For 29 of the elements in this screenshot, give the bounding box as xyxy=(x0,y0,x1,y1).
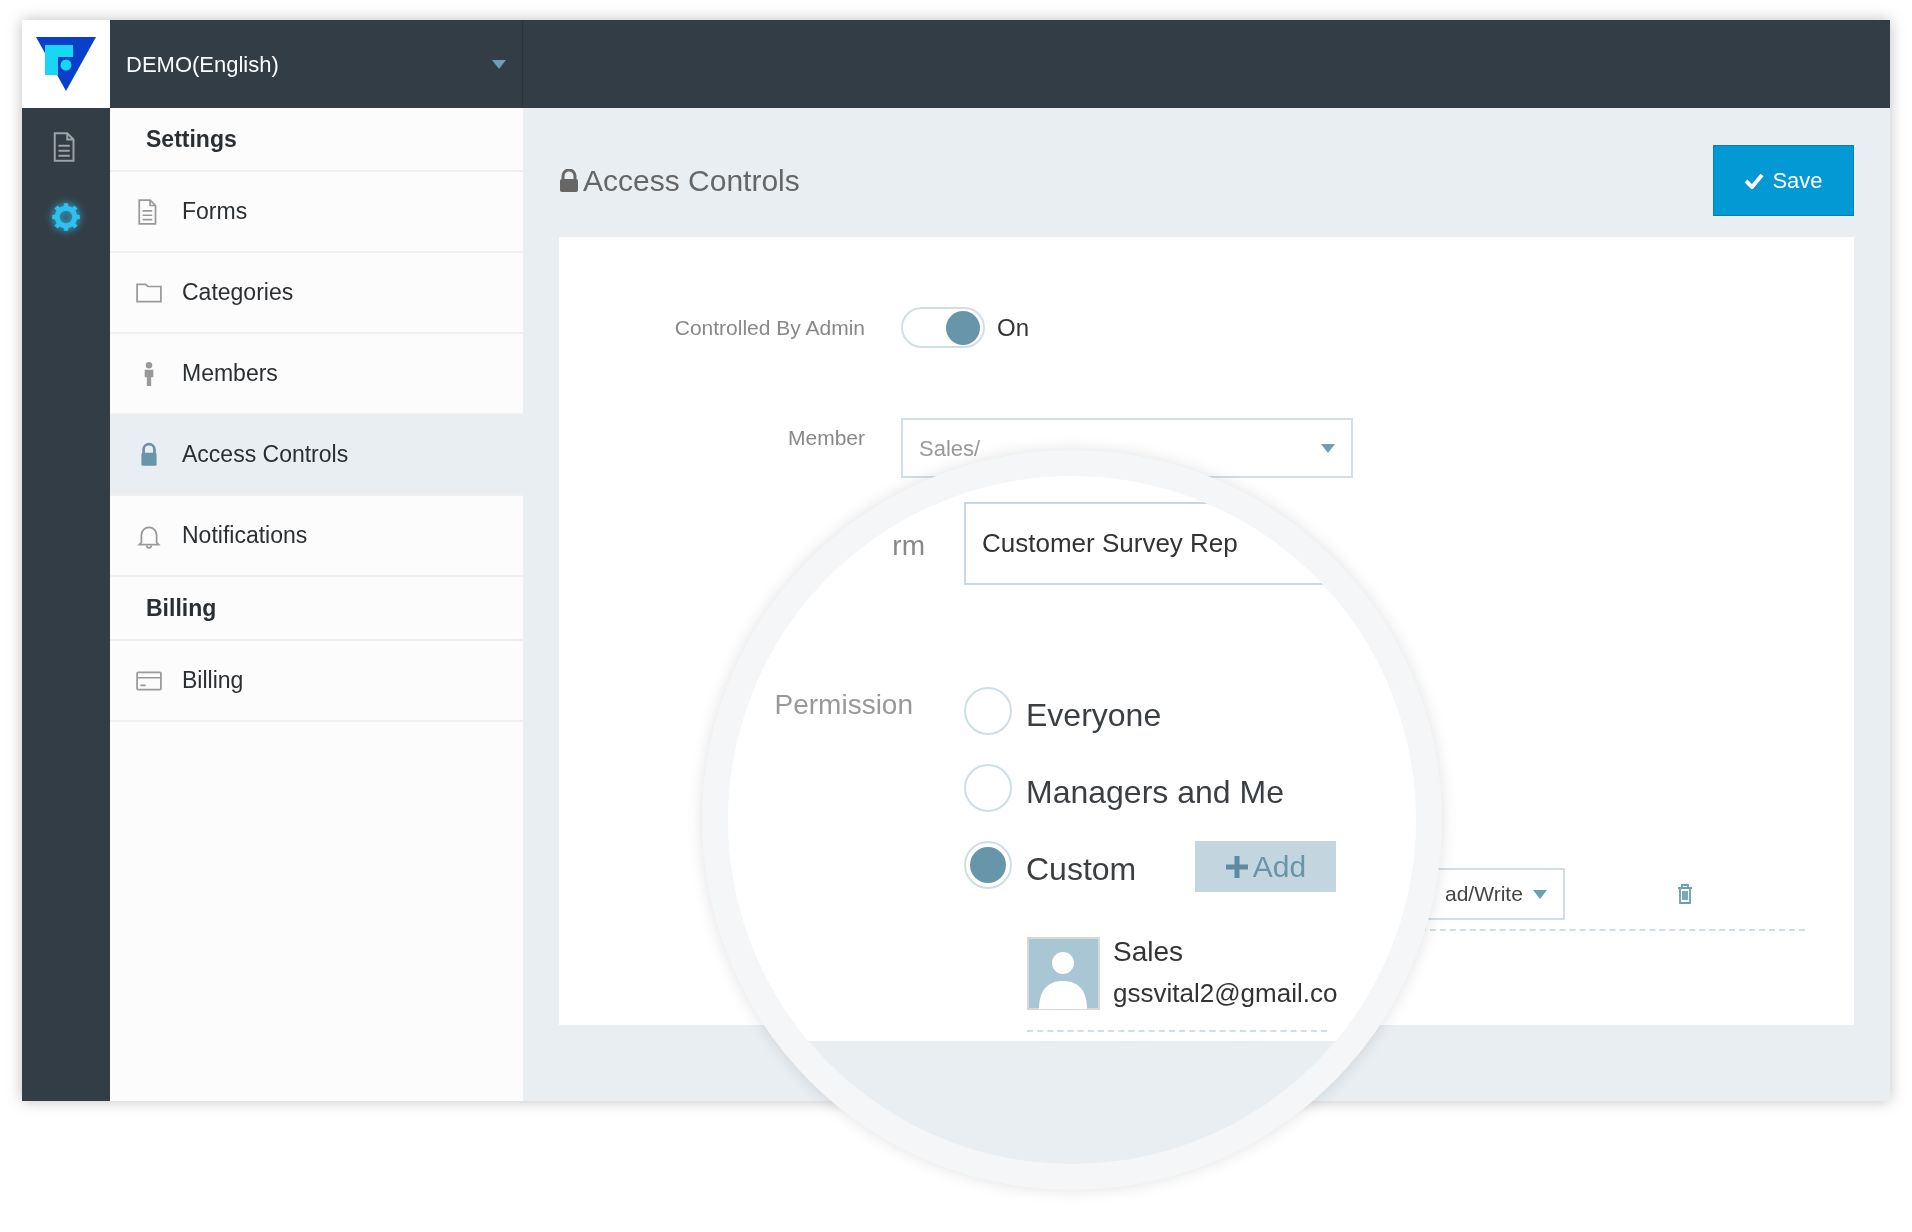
radio-button[interactable] xyxy=(964,764,1012,812)
radio-button[interactable] xyxy=(964,687,1012,735)
radio-label: Everyone xyxy=(1026,696,1162,735)
avatar-icon xyxy=(1027,937,1100,1010)
member-name: Sales xyxy=(1113,935,1184,969)
section-heading: Settings xyxy=(146,124,237,154)
member-email: gssvital2@gmail.co xyxy=(1113,977,1338,1010)
sidebar-item[interactable]: Access Controls xyxy=(110,415,523,496)
logo-icon xyxy=(36,37,96,91)
workspace-dropdown[interactable]: DEMO(English) xyxy=(110,20,523,108)
radio-button[interactable] xyxy=(964,841,1012,889)
settings-icon[interactable] xyxy=(51,202,81,232)
field-label: Controlled By Admin xyxy=(673,314,865,341)
section-heading: Billing xyxy=(146,593,217,623)
check-icon xyxy=(1744,172,1765,189)
field-label: rm xyxy=(891,529,925,563)
radio-label: Custom xyxy=(1026,850,1137,889)
toggle-switch[interactable] xyxy=(901,307,985,348)
caret-icon xyxy=(492,59,506,69)
caret-icon xyxy=(1321,443,1335,453)
field-label: Permission xyxy=(773,688,913,722)
caret-icon xyxy=(1533,889,1547,899)
field-label: Member xyxy=(786,425,865,451)
page-title: Access Controls xyxy=(583,163,800,199)
plus-icon xyxy=(1224,854,1249,879)
delete-icon[interactable] xyxy=(1677,884,1693,904)
lock-icon xyxy=(559,168,579,193)
toggle-label: On xyxy=(997,312,1029,343)
radio-label: Managers and Me xyxy=(1026,773,1284,812)
